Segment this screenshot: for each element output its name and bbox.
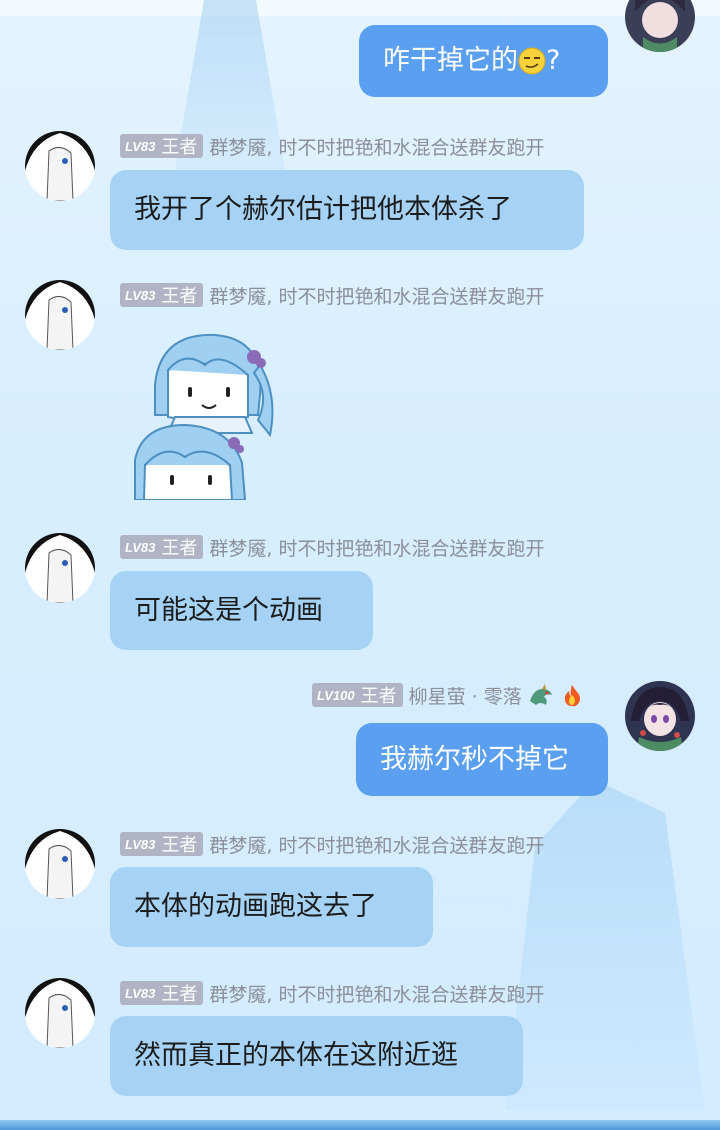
- sender-name[interactable]: 群梦魇, 时不时把铯和水混合送群友跑开: [209, 980, 544, 1007]
- dragon-icon: [529, 684, 552, 705]
- sender-meta: LV83 王者 群梦魇, 时不时把铯和水混合送群友跑开: [120, 980, 544, 1006]
- message-text-suffix: ?: [546, 45, 561, 76]
- self-avatar[interactable]: [625, 0, 695, 52]
- sender-meta: LV100 王者 柳星萤 · 零落: [312, 682, 584, 708]
- sender-name[interactable]: 柳星萤 · 零落: [409, 682, 522, 709]
- top-strip: [0, 0, 720, 16]
- sender-name[interactable]: 群梦魇, 时不时把铯和水混合送群友跑开: [209, 282, 544, 309]
- bottom-bar: [0, 1120, 720, 1130]
- message-bubble[interactable]: 咋干掉它的 ?: [359, 25, 608, 97]
- sender-name[interactable]: 群梦魇, 时不时把铯和水混合送群友跑开: [209, 534, 544, 561]
- message-text: 然而真正的本体在这附近逛: [134, 1040, 458, 1071]
- message-bubble[interactable]: 我赫尔秒不掉它: [356, 723, 608, 796]
- sender-name[interactable]: 群梦魇, 时不时把铯和水混合送群友跑开: [209, 133, 544, 160]
- sender-meta: LV83 王者 群梦魇, 时不时把铯和水混合送群友跑开: [120, 282, 544, 308]
- message-text: 我赫尔秒不掉它: [380, 743, 569, 775]
- fire-icon: [564, 685, 580, 707]
- sender-meta: LV83 王者 群梦魇, 时不时把铯和水混合送群友跑开: [120, 534, 544, 560]
- self-avatar[interactable]: [625, 681, 695, 751]
- level-badge: LV83 王者: [120, 832, 204, 856]
- sender-meta: LV83 王者 群梦魇, 时不时把铯和水混合送群友跑开: [120, 831, 544, 857]
- background-ice-decoration: [171, 0, 289, 190]
- message-bubble[interactable]: 可能这是个动画: [110, 571, 373, 650]
- message-bubble[interactable]: 然而真正的本体在这附近逛: [110, 1016, 523, 1096]
- blue-hair-chibi-sticker[interactable]: [130, 325, 290, 501]
- level-badge: LV100 王者: [312, 683, 403, 707]
- background-ice-decoration: [505, 780, 705, 1110]
- level-badge: LV83 王者: [120, 134, 204, 158]
- message-text: 我开了个赫尔估计把他本体杀了: [134, 194, 512, 225]
- other-avatar[interactable]: [25, 829, 95, 899]
- other-avatar[interactable]: [25, 131, 95, 201]
- message-text: 本体的动画跑这去了: [134, 891, 377, 922]
- smirk-face-icon: [518, 47, 546, 75]
- message-text: 咋干掉它的: [383, 45, 518, 76]
- message-bubble[interactable]: 本体的动画跑这去了: [110, 867, 433, 947]
- other-avatar[interactable]: [25, 280, 95, 350]
- other-avatar[interactable]: [25, 533, 95, 603]
- sender-name[interactable]: 群梦魇, 时不时把铯和水混合送群友跑开: [209, 831, 544, 858]
- message-bubble[interactable]: 我开了个赫尔估计把他本体杀了: [110, 170, 584, 250]
- level-badge: LV83 王者: [120, 981, 204, 1005]
- sender-meta: LV83 王者 群梦魇, 时不时把铯和水混合送群友跑开: [120, 133, 544, 159]
- other-avatar[interactable]: [25, 978, 95, 1048]
- level-badge: LV83 王者: [120, 283, 204, 307]
- level-badge: LV83 王者: [120, 535, 204, 559]
- message-text: 可能这是个动画: [134, 594, 323, 626]
